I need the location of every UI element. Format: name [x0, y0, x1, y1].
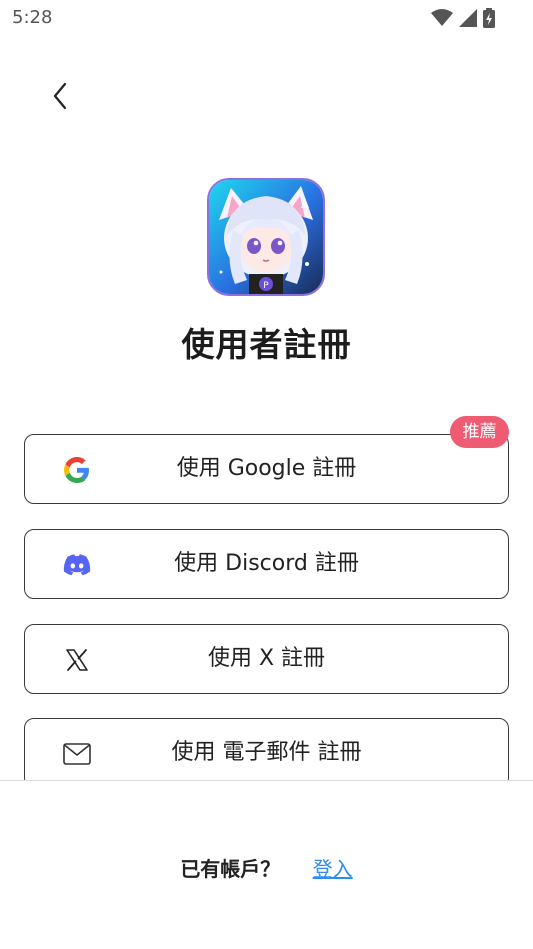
- discord-signup-button[interactable]: 使用 Discord 註冊: [24, 529, 509, 599]
- x-signup-label: 使用 X 註冊: [207, 646, 326, 671]
- login-link[interactable]: 登入: [313, 857, 353, 881]
- wifi-icon: [431, 9, 453, 26]
- back-button[interactable]: [38, 74, 82, 118]
- bottom-panel: 已有帳戶？ 登入: [0, 780, 533, 949]
- svg-text:P: P: [263, 281, 269, 291]
- page-title: 使用者註冊: [181, 325, 352, 364]
- cell-signal-icon: [459, 9, 477, 27]
- app-logo-avatar: P: [209, 180, 323, 294]
- chevron-left-icon: [53, 82, 67, 110]
- status-time: 5:28: [12, 7, 53, 28]
- login-question: 已有帳戶？: [180, 857, 281, 881]
- discord-signup-label: 使用 Discord 註冊: [174, 551, 359, 576]
- app-logo: P: [207, 178, 325, 296]
- login-row: 已有帳戶？ 登入: [0, 853, 533, 882]
- x-signup-button[interactable]: 使用 X 註冊: [24, 624, 509, 694]
- status-bar: 5:28: [0, 0, 533, 38]
- email-signup-label: 使用 電子郵件 註冊: [171, 740, 362, 765]
- recommended-badge: 推薦: [450, 416, 509, 448]
- battery-charging-icon: [483, 8, 495, 28]
- google-signup-button[interactable]: 使用 Google 註冊: [24, 434, 509, 504]
- status-icons: [431, 7, 495, 29]
- google-signup-label: 使用 Google 註冊: [176, 456, 357, 481]
- email-signup-button[interactable]: 使用 電子郵件 註冊: [24, 718, 509, 788]
